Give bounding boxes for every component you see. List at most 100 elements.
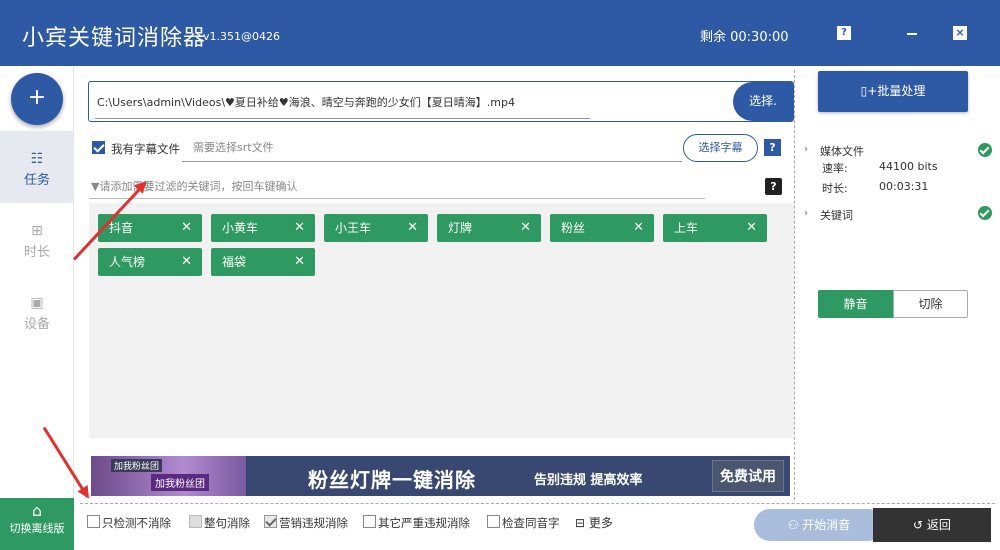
srt-underline [182,161,682,162]
rate-value: 44100 bits [879,160,938,173]
keyword-list: 抖音 ✕ 小黄车 ✕ 小王车 ✕ 灯牌 ✕ 粉丝 ✕ 上车 ✕ 人气榜 ✕ 福袋 ✕ [89,203,794,438]
sidebar-item-label: 时长 [23,245,50,260]
back-button[interactable]: ↺ 返回 [873,508,991,542]
keyword-text: 福袋 [222,255,247,269]
keyword-text: 粉丝 [561,221,586,235]
duration-icon: ⊞ [31,223,43,239]
keyword-tag: 灯牌 ✕ [437,214,541,242]
help-button[interactable]: ? [837,26,851,40]
keyword-text: 上车 [674,221,699,235]
switch-offline-button[interactable]: ⌂ 切换离线版 [0,498,74,550]
keyword-tag: 粉丝 ✕ [550,214,654,242]
banner-title: 粉丝灯牌一键消除 [308,468,476,492]
more-icon: ⊟ [575,516,589,530]
marketing-violation-checkbox[interactable] [264,515,277,528]
batch-process-button[interactable]: ▯+批量处理 [818,71,968,112]
add-task-button[interactable]: + [11,73,63,125]
keyword-tag: 上车 ✕ [663,214,767,242]
remove-keyword-icon[interactable]: ✕ [181,248,192,276]
subtitle-checkbox[interactable] [92,141,105,154]
file-underline [95,118,590,119]
keyword-text: 小黄车 [222,221,259,235]
sidebar-item-label: 任务 [23,173,50,188]
sidebar-item-device[interactable]: ▣ 设备 [0,275,74,347]
file-path-text: C:\Users\admin\Videos\♥夏日补给♥海浪、晴空与奔跑的少女们… [97,96,515,109]
back-icon: ↺ [913,518,927,532]
sidebar-item-label: 设备 [23,317,50,332]
banner-subtitle: 告别违规 提高效率 [534,473,643,488]
keyword-text: 小王车 [335,221,372,235]
back-label: 返回 [926,518,951,532]
free-trial-button[interactable]: 免费试用 [712,460,784,492]
start-icon: ⚇ [787,518,803,532]
start-mute-button[interactable]: ⚇ 开始消音 [754,509,884,541]
keyword-input[interactable]: ▼请添加需要过滤的关键词，按回车键确认 [91,178,297,194]
keyword-tag: 小王车 ✕ [324,214,428,242]
subtitle-help-icon[interactable]: ? [764,139,781,156]
remove-keyword-icon[interactable]: ✕ [746,214,757,242]
device-icon: ▣ [30,295,44,311]
keyword-underline [89,198,705,199]
keyword-tag: 人气榜 ✕ [98,248,202,276]
option-label: 其它严重违规消除 [378,516,470,530]
select-file-button[interactable]: 选择. [733,82,793,121]
sidebar-item-task[interactable]: ☷ 任务 [0,131,74,203]
banner-badge: 加我粉丝团 [111,459,163,472]
panel-divider [794,70,795,500]
check-ok-icon [978,206,992,220]
home-icon: ⌂ [31,501,43,520]
start-label: 开始消音 [802,518,851,532]
task-icon: ☷ [30,151,44,167]
option-label: 营销违规消除 [279,516,348,530]
filter-help-icon[interactable]: ? [765,178,782,195]
detect-only-checkbox[interactable] [87,515,100,528]
remove-keyword-icon[interactable]: ✕ [407,214,418,242]
batch-icon: ▯+ [860,84,878,98]
expand-chevron-icon[interactable]: › [804,208,808,219]
option-label: 检查同音字 [502,516,560,530]
remaining-time: 剩余 00:30:00 [700,30,789,45]
remove-keyword-icon[interactable]: ✕ [181,214,192,242]
keyword-text: 抖音 [109,221,134,235]
close-button[interactable]: × [953,26,967,40]
expand-chevron-icon[interactable]: › [804,144,808,155]
minimize-button[interactable] [905,26,919,40]
more-label: 更多 [588,516,613,530]
whole-sentence-checkbox[interactable] [189,515,202,528]
homophone-checkbox[interactable] [487,515,500,528]
file-path-field[interactable]: C:\Users\admin\Videos\♥夏日补给♥海浪、晴空与奔跑的少女们… [88,81,794,122]
banner-image: 加我粉丝团 加我粉丝团 [91,456,246,496]
app-title: 小宾关键词消除器 [22,26,207,51]
batch-label: 批量处理 [877,84,926,98]
title-bar: 小宾关键词消除器 v1.351@0426 剩余 00:30:00 ? × [0,0,1000,66]
other-violation-checkbox[interactable] [363,515,376,528]
remove-keyword-icon[interactable]: ✕ [633,214,644,242]
keyword-input-placeholder: 请添加需要过滤的关键词，按回车键确认 [99,180,298,193]
keyword-tag: 福袋 ✕ [211,248,315,276]
srt-file-input[interactable]: 需要选择srt文件 [193,139,274,155]
offline-label: 切换离线版 [9,522,65,535]
more-button[interactable]: ⊟ 更多 [575,514,613,531]
remove-keyword-icon[interactable]: ✕ [294,248,305,276]
remove-keyword-icon[interactable]: ✕ [294,214,305,242]
rate-label: 速率: [822,162,848,175]
sidebar-item-duration[interactable]: ⊞ 时长 [0,203,74,275]
option-label: 整句消除 [204,516,250,530]
subtitle-checkbox-label: 我有字幕文件 [111,142,180,156]
check-ok-icon [978,143,992,157]
remove-keyword-icon[interactable]: ✕ [520,214,531,242]
keyword-text: 人气榜 [109,255,146,269]
promo-banner[interactable]: 加我粉丝团 加我粉丝团 粉丝灯牌一键消除 告别违规 提高效率 免费试用 [91,456,790,496]
cut-toggle[interactable]: 切除 [893,290,968,318]
app-version: v1.351@0426 [203,30,280,43]
keyword-section-label: 关键词 [820,209,853,222]
mute-toggle[interactable]: 静音 [818,290,893,318]
duration-value: 00:03:31 [879,180,929,193]
bottom-divider [80,503,995,504]
sidebar: + ☷ 任务 ⊞ 时长 ▣ 设备 [0,66,74,550]
banner-badge: 加我粉丝团 [151,474,209,491]
choose-subtitle-button[interactable]: 选择字幕 [683,134,758,162]
option-label: 只检测不消除 [102,516,171,530]
duration-label: 时长: [822,182,848,195]
keyword-tag: 小黄车 ✕ [211,214,315,242]
